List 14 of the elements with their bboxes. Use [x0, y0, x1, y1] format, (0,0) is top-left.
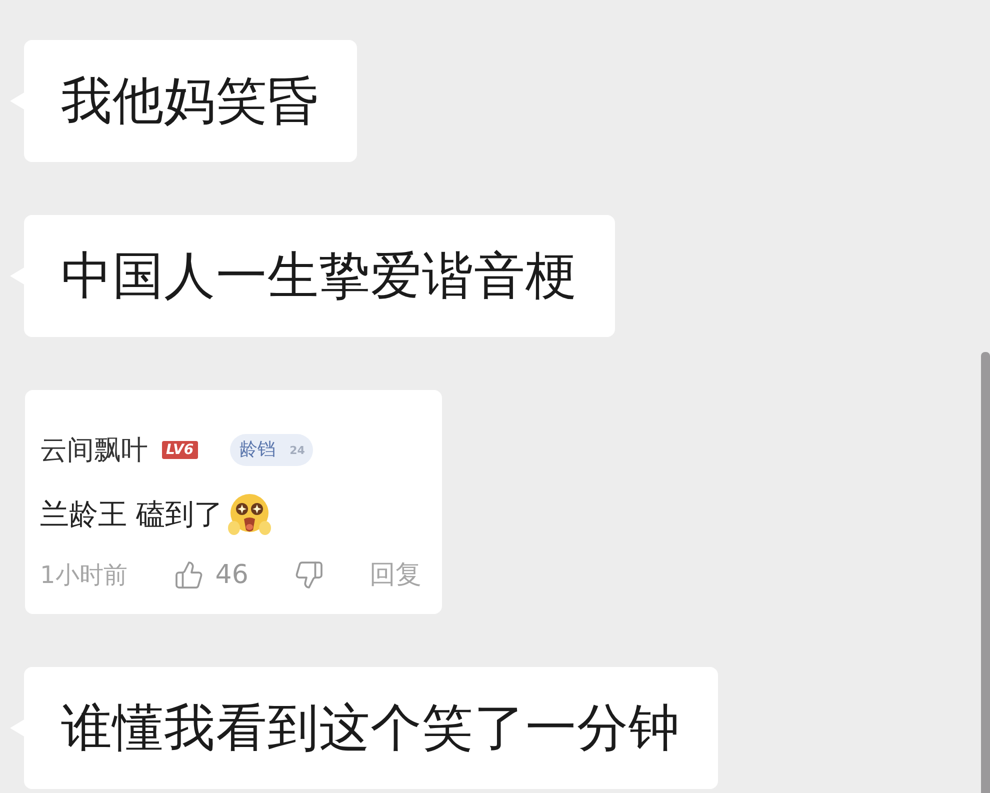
- fan-badge-level: 24: [290, 444, 305, 456]
- username[interactable]: 云间飘叶: [40, 436, 148, 464]
- message-text: 我他妈笑昏: [61, 76, 319, 126]
- comment-time: 1小时前: [40, 563, 128, 587]
- like-count: 46: [215, 562, 248, 588]
- scrollbar-thumb[interactable]: [981, 352, 990, 793]
- message-text: 中国人一生挚爱谐音梗: [61, 250, 577, 302]
- thumbs-down-icon[interactable]: [294, 560, 324, 590]
- message-text: 谁懂我看到这个笑了一分钟: [61, 702, 680, 754]
- thumbs-up-icon[interactable]: [174, 560, 204, 590]
- fan-badge-name: 龄铛: [240, 441, 276, 459]
- level-badge: LV6: [162, 441, 198, 459]
- comment-text: 兰龄王 磕到了: [40, 500, 224, 528]
- face-emoji-icon: [227, 492, 272, 536]
